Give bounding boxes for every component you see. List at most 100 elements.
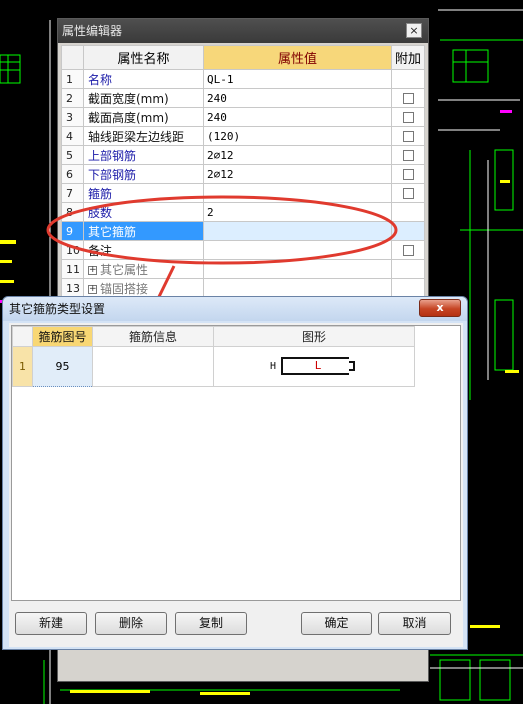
row-number: 1	[61, 69, 84, 89]
checkbox[interactable]	[402, 131, 414, 142]
shape-header: 图形	[213, 326, 415, 347]
checkbox[interactable]	[402, 112, 414, 123]
property-name: 截面高度(mm)	[83, 107, 204, 127]
shape-h-label: H	[270, 361, 277, 372]
extra-cell	[391, 278, 425, 298]
extra-cell	[391, 202, 425, 222]
grid-corner	[12, 326, 33, 347]
ok-button[interactable]: 确定	[301, 612, 372, 635]
stirrup-shape-icon: L	[281, 357, 355, 375]
property-row[interactable]: 9 其它箍筋	[61, 221, 425, 241]
property-row[interactable]: 4 轴线距梁左边线距 (120)	[61, 126, 425, 146]
close-icon[interactable]: x	[419, 299, 461, 317]
new-button[interactable]: 新建	[15, 612, 87, 635]
property-value[interactable]: 2	[203, 202, 392, 222]
table-row[interactable]: 1 95 H L	[12, 346, 415, 387]
checkbox[interactable]	[402, 169, 414, 180]
extra-cell	[391, 88, 425, 108]
extra-cell	[391, 164, 425, 184]
checkbox[interactable]	[402, 245, 414, 256]
property-row[interactable]: 8 肢数 2	[61, 202, 425, 222]
property-row[interactable]: 7 箍筋	[61, 183, 425, 203]
property-value[interactable]: QL-1	[203, 69, 392, 89]
row-number: 1	[12, 346, 33, 387]
property-value[interactable]: (120)	[203, 126, 392, 146]
extra-cell	[391, 126, 425, 146]
property-table: 属性名称 属性值 附加 1 名称 QL-1 2 截面宽度(mm) 240 3 截面高度(mm)…	[61, 45, 425, 298]
checkbox[interactable]	[402, 150, 414, 161]
property-name-header: 属性名称	[83, 45, 204, 70]
extra-cell	[391, 259, 425, 279]
expand-icon[interactable]: +	[88, 284, 97, 294]
stirrup-info-cell[interactable]	[92, 346, 214, 387]
stirrup-grid: 箍筋图号 箍筋信息 图形 1 95 H L	[11, 325, 461, 601]
property-value-header: 属性值	[203, 45, 392, 70]
row-number: 2	[61, 88, 84, 108]
property-name-label: 锚固搭接	[100, 281, 149, 296]
property-name: 轴线距梁左边线距	[83, 126, 204, 146]
property-value[interactable]: 2⌀12	[203, 164, 392, 184]
property-value[interactable]	[203, 278, 392, 298]
row-number: 11	[61, 259, 84, 279]
property-row[interactable]: 10 备注	[61, 240, 425, 260]
delete-button[interactable]: 删除	[95, 612, 167, 635]
extra-cell	[391, 69, 425, 89]
copy-button[interactable]: 复制	[175, 612, 247, 635]
stirrup-info-header: 箍筋信息	[92, 326, 214, 347]
property-value[interactable]: 240	[203, 88, 392, 108]
property-value[interactable]: 2⌀12	[203, 145, 392, 165]
property-row[interactable]: 2 截面宽度(mm) 240	[61, 88, 425, 108]
row-number: 8	[61, 202, 84, 222]
figure-number-cell[interactable]: 95	[32, 346, 93, 387]
property-name-label: 截面高度(mm)	[88, 110, 169, 125]
row-number: 6	[61, 164, 84, 184]
expand-icon[interactable]: +	[88, 265, 97, 275]
row-number: 10	[61, 240, 84, 260]
property-value[interactable]	[203, 259, 392, 279]
property-value[interactable]: 240	[203, 107, 392, 127]
property-name-label: 其它属性	[100, 262, 149, 277]
property-row[interactable]: 5 上部钢筋 2⌀12	[61, 145, 425, 165]
property-name-label: 名称	[88, 72, 113, 87]
property-name: 箍筋	[83, 183, 204, 203]
row-number: 5	[61, 145, 84, 165]
row-number: 3	[61, 107, 84, 127]
row-number-header	[61, 45, 84, 70]
property-name-label: 其它箍筋	[88, 224, 137, 239]
row-number: 9	[61, 221, 84, 241]
property-row[interactable]: 13 + 锚固搭接	[61, 278, 425, 298]
cancel-button[interactable]: 取消	[378, 612, 451, 635]
checkbox[interactable]	[402, 93, 414, 104]
property-name: + 其它属性	[83, 259, 204, 279]
extra-cell	[391, 240, 425, 260]
property-row[interactable]: 6 下部钢筋 2⌀12	[61, 164, 425, 184]
property-name-label: 下部钢筋	[88, 167, 137, 182]
shape-l-label: L	[314, 359, 322, 372]
property-name-label: 截面宽度(mm)	[88, 91, 169, 106]
property-name: 其它箍筋	[83, 221, 204, 241]
property-name-label: 备注	[88, 243, 113, 258]
stirrup-table: 箍筋图号 箍筋信息 图形 1 95 H L	[12, 326, 415, 387]
close-icon[interactable]: ×	[406, 23, 422, 38]
property-name: 截面宽度(mm)	[83, 88, 204, 108]
shape-cell[interactable]: H L	[213, 346, 415, 387]
property-name: + 锚固搭接	[83, 278, 204, 298]
property-row[interactable]: 11 + 其它属性	[61, 259, 425, 279]
property-value[interactable]	[203, 221, 392, 241]
extra-cell	[391, 183, 425, 203]
extra-cell	[391, 221, 425, 241]
row-number: 4	[61, 126, 84, 146]
property-name-label: 箍筋	[88, 186, 113, 201]
property-editor-title: 属性编辑器	[58, 19, 428, 43]
property-row[interactable]: 3 截面高度(mm) 240	[61, 107, 425, 127]
checkbox[interactable]	[402, 188, 414, 199]
property-name: 肢数	[83, 202, 204, 222]
property-name: 名称	[83, 69, 204, 89]
property-row[interactable]: 1 名称 QL-1	[61, 69, 425, 89]
property-name: 上部钢筋	[83, 145, 204, 165]
row-number: 13	[61, 278, 84, 298]
property-value[interactable]	[203, 183, 392, 203]
other-stirrup-dialog: 其它箍筋类型设置 x 箍筋图号 箍筋信息 图形 1 95 H L 新建 删除 复…	[2, 296, 468, 650]
row-number: 7	[61, 183, 84, 203]
property-value[interactable]	[203, 240, 392, 260]
